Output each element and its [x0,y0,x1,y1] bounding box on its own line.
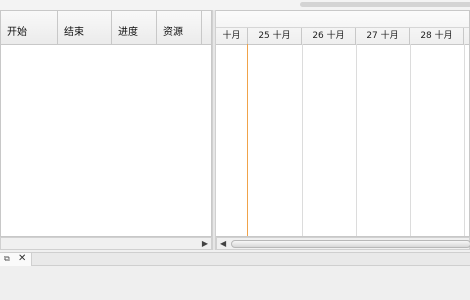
gantt-timeline-header: 十月 25 十月 26 十月 27 十月 28 十月 [216,11,469,45]
bottom-tab[interactable]: ⧉ ✕ [0,253,32,266]
today-marker-line [247,44,248,236]
top-scroll-thumb[interactable] [300,2,470,7]
day-header: 十月 [216,28,248,44]
day-header: 28 十月 [410,28,464,44]
day-grid-line [410,44,411,236]
column-start-label: 开始 [7,27,27,38]
gantt-header-top-row [216,11,469,28]
arrow-left-icon[interactable]: ◀ [220,239,226,248]
close-icon[interactable]: ✕ [18,253,26,264]
day-grid-line [356,44,357,236]
column-progress-label: 进度 [118,27,138,38]
column-end-label: 结束 [64,27,84,38]
restore-icon[interactable]: ⧉ [4,254,10,264]
arrow-right-icon[interactable]: ▶ [202,239,208,248]
top-scroll-strip [0,0,470,10]
day-header: 25 十月 [248,28,302,44]
column-end[interactable]: 结束 [58,11,112,44]
gantt-scroll-thumb[interactable] [231,240,470,248]
column-progress[interactable]: 进度 [112,11,157,44]
grid-horizontal-scrollbar[interactable]: ▶ [0,237,212,250]
day-grid-line [464,44,465,236]
day-header: 26 十月 [302,28,356,44]
column-resources[interactable]: 资源 [157,11,202,44]
day-grid-line [302,44,303,236]
gantt-chart: 十月 25 十月 26 十月 27 十月 28 十月 [216,10,470,237]
task-grid-header: 开始 结束 进度 资源 [1,11,211,45]
day-header: 27 十月 [356,28,410,44]
column-start[interactable]: 开始 [1,11,58,44]
lower-panel [0,266,470,300]
gantt-horizontal-scrollbar[interactable]: ◀ [216,237,470,250]
task-grid: 开始 结束 进度 资源 [0,10,212,237]
bottom-tab-strip: ⧉ ✕ [0,252,470,266]
column-resources-label: 资源 [163,27,183,38]
